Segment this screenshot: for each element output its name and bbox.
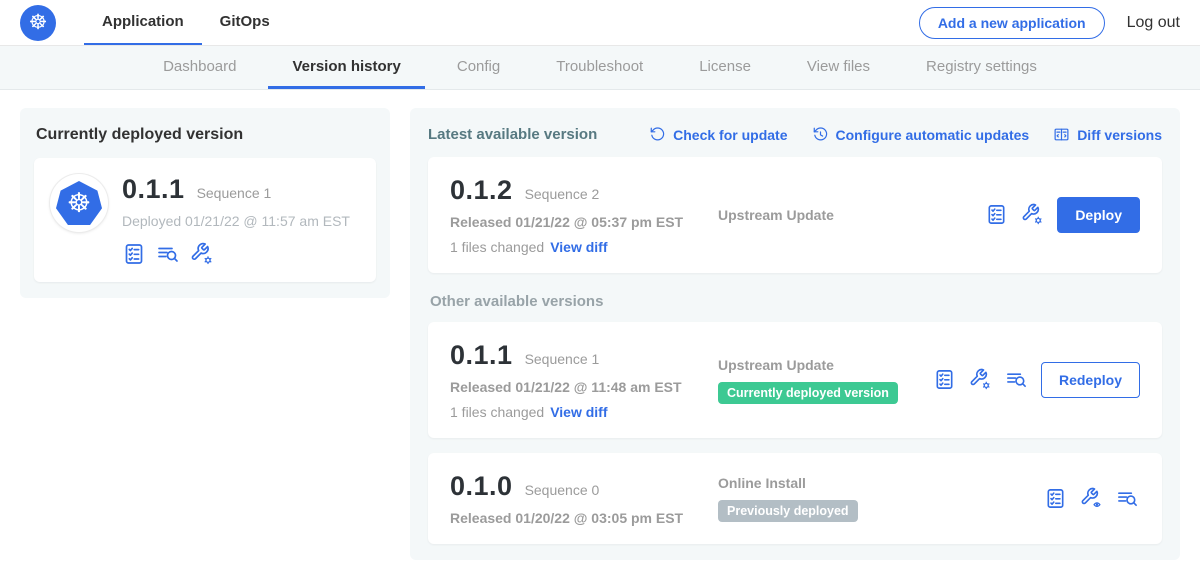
subnav-label: Troubleshoot bbox=[556, 58, 643, 75]
deployed-sequence-label: Sequence 1 bbox=[197, 185, 272, 201]
subnav-label: Version history bbox=[292, 58, 400, 75]
currently-deployed-panel: Currently deployed version ☸ 0.1.1 Seque… bbox=[20, 108, 390, 298]
released-timestamp: Released 01/20/22 @ 03:05 pm EST bbox=[450, 510, 718, 526]
app-logo-icon: ☸ bbox=[56, 181, 102, 225]
auto-update-icon bbox=[812, 126, 829, 143]
edit-config-icon[interactable] bbox=[969, 368, 993, 392]
sequence-label: Sequence 0 bbox=[525, 482, 600, 498]
logout-button[interactable]: Log out bbox=[1127, 0, 1180, 45]
preflight-checklist-icon[interactable] bbox=[985, 203, 1009, 227]
deploy-button[interactable]: Deploy bbox=[1057, 197, 1140, 233]
sub-nav: Dashboard Version history Config Trouble… bbox=[0, 46, 1200, 90]
deployed-timestamp: Deployed 01/21/22 @ 11:57 am EST bbox=[122, 213, 350, 229]
version-history-panel: Latest available version Check for updat… bbox=[410, 108, 1180, 560]
other-versions-title: Other available versions bbox=[430, 293, 1160, 310]
main-content: Currently deployed version ☸ 0.1.1 Seque… bbox=[0, 90, 1200, 578]
subnav-item-license[interactable]: License bbox=[675, 46, 775, 89]
view-diff-link[interactable]: View diff bbox=[550, 404, 607, 420]
view-files-icon[interactable] bbox=[1116, 487, 1140, 511]
app-logo-icon: ☸ bbox=[20, 5, 56, 41]
subnav-label: Registry settings bbox=[926, 58, 1037, 75]
add-application-button[interactable]: Add a new application bbox=[919, 7, 1105, 39]
view-diff-link[interactable]: View diff bbox=[550, 239, 607, 255]
released-timestamp: Released 01/21/22 @ 05:37 pm EST bbox=[450, 214, 718, 230]
diff-versions-link[interactable]: Diff versions bbox=[1053, 126, 1162, 143]
version-card-0-1-0: 0.1.0 Sequence 0 Released 01/20/22 @ 03:… bbox=[428, 453, 1162, 544]
tab-gitops-label: GitOps bbox=[220, 13, 270, 30]
deployed-version-card: ☸ 0.1.1 Sequence 1 Deployed 01/21/22 @ 1… bbox=[34, 158, 376, 282]
previously-deployed-badge: Previously deployed bbox=[718, 500, 858, 522]
app-version-logo: ☸ bbox=[50, 174, 108, 232]
action-label: Configure automatic updates bbox=[836, 127, 1030, 143]
version-number: 0.1.2 bbox=[450, 175, 513, 206]
edit-config-icon[interactable] bbox=[1021, 203, 1045, 227]
version-number: 0.1.1 bbox=[450, 340, 513, 371]
subnav-item-version-history[interactable]: Version history bbox=[268, 46, 424, 89]
view-config-icon[interactable] bbox=[1080, 487, 1104, 511]
version-card-0-1-1: 0.1.1 Sequence 1 Released 01/21/22 @ 11:… bbox=[428, 322, 1162, 438]
deployed-version-number: 0.1.1 bbox=[122, 174, 185, 205]
view-files-icon[interactable] bbox=[1005, 368, 1029, 392]
check-update-icon bbox=[649, 126, 666, 143]
released-timestamp: Released 01/21/22 @ 11:48 am EST bbox=[450, 379, 718, 395]
subnav-item-dashboard[interactable]: Dashboard bbox=[139, 46, 260, 89]
top-nav-spacer bbox=[288, 0, 919, 45]
files-changed-label: 1 files changed bbox=[450, 239, 544, 255]
action-label: Check for update bbox=[673, 127, 787, 143]
redeploy-button[interactable]: Redeploy bbox=[1041, 362, 1140, 398]
configure-automatic-updates-link[interactable]: Configure automatic updates bbox=[812, 126, 1030, 143]
subnav-label: Dashboard bbox=[163, 58, 236, 75]
currently-deployed-title: Currently deployed version bbox=[36, 126, 374, 144]
tab-application[interactable]: Application bbox=[84, 0, 202, 45]
diff-versions-icon bbox=[1053, 126, 1070, 143]
subnav-label: View files bbox=[807, 58, 870, 75]
preflight-checklist-icon[interactable] bbox=[1044, 487, 1068, 511]
subnav-item-registry-settings[interactable]: Registry settings bbox=[902, 46, 1061, 89]
version-source-label: Online Install bbox=[718, 475, 1044, 491]
edit-config-icon[interactable] bbox=[190, 242, 214, 266]
version-card-0-1-2: 0.1.2 Sequence 2 Released 01/21/22 @ 05:… bbox=[428, 157, 1162, 273]
version-source-label: Upstream Update bbox=[718, 357, 933, 373]
check-for-update-link[interactable]: Check for update bbox=[649, 126, 787, 143]
tab-gitops[interactable]: GitOps bbox=[202, 0, 288, 45]
view-files-icon[interactable] bbox=[156, 242, 180, 266]
latest-available-title: Latest available version bbox=[428, 126, 597, 143]
action-label: Diff versions bbox=[1077, 127, 1162, 143]
subnav-item-view-files[interactable]: View files bbox=[783, 46, 894, 89]
sequence-label: Sequence 1 bbox=[525, 351, 600, 367]
subnav-label: Config bbox=[457, 58, 500, 75]
tab-application-label: Application bbox=[102, 13, 184, 30]
version-number: 0.1.0 bbox=[450, 471, 513, 502]
app-logo[interactable]: ☸ bbox=[20, 0, 56, 45]
subnav-item-config[interactable]: Config bbox=[433, 46, 524, 89]
subnav-item-troubleshoot[interactable]: Troubleshoot bbox=[532, 46, 667, 89]
subnav-label: License bbox=[699, 58, 751, 75]
currently-deployed-badge: Currently deployed version bbox=[718, 382, 898, 404]
top-nav: ☸ Application GitOps Add a new applicati… bbox=[0, 0, 1200, 46]
version-source-label: Upstream Update bbox=[718, 207, 985, 223]
files-changed-label: 1 files changed bbox=[450, 404, 544, 420]
sequence-label: Sequence 2 bbox=[525, 186, 600, 202]
preflight-checklist-icon[interactable] bbox=[122, 242, 146, 266]
preflight-checklist-icon[interactable] bbox=[933, 368, 957, 392]
